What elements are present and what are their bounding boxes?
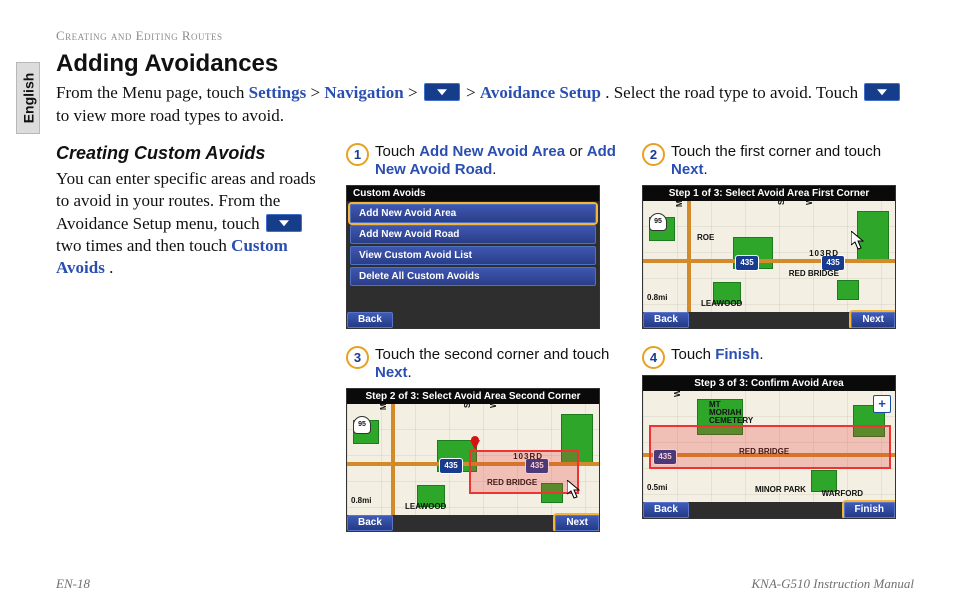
menu-item-view-avoid-list[interactable]: View Custom Avoid List bbox=[350, 246, 596, 265]
avoid-area-rect bbox=[469, 450, 579, 494]
shield-us95: 95 bbox=[353, 416, 371, 434]
device-title: Step 3 of 3: Confirm Avoid Area bbox=[643, 376, 895, 392]
device-title: Custom Avoids bbox=[347, 186, 599, 202]
device-screenshot-map3: Step 3 of 3: Confirm Avoid Area 435 MT M… bbox=[642, 375, 896, 519]
label-mt-moriah: MT MORIAH CEMETERY bbox=[709, 401, 755, 425]
link-finish: Finish bbox=[715, 346, 759, 363]
label-mission: MISSION bbox=[379, 404, 388, 410]
t: . bbox=[492, 161, 496, 178]
link-add-avoid-area: Add New Avoid Area bbox=[419, 143, 565, 160]
page-title: Adding Avoidances bbox=[56, 50, 914, 78]
device-next-button[interactable]: Next bbox=[555, 515, 599, 531]
road-label-103rd: 103RD bbox=[809, 249, 839, 258]
intro-text2: . Select the road type to avoid. Touch bbox=[605, 83, 862, 102]
device-back-button[interactable]: Back bbox=[643, 502, 689, 518]
label-warford: WARFORD bbox=[822, 489, 863, 498]
device-next-button[interactable]: Next bbox=[851, 312, 895, 328]
shield-us95: 95 bbox=[649, 213, 667, 231]
link-next: Next bbox=[671, 161, 704, 178]
label-red-bridge: RED BRIDGE bbox=[789, 269, 839, 278]
menu-item-delete-all[interactable]: Delete All Custom Avoids bbox=[350, 267, 596, 286]
map-canvas[interactable]: 95 435 435 103RD RED BRIDGE MISSION ROE … bbox=[643, 201, 895, 312]
step-2-text: Touch the first corner and touch Next. bbox=[671, 142, 914, 179]
device-back-button[interactable]: Back bbox=[347, 312, 393, 328]
label-wornall: WORNALL bbox=[805, 201, 814, 205]
t: . bbox=[759, 346, 763, 363]
label-minor-park: MINOR PARK bbox=[755, 485, 806, 494]
label-wornall: WORNALL bbox=[673, 391, 682, 397]
label-state-line: STATE LINE bbox=[463, 404, 472, 408]
device-finish-button[interactable]: Finish bbox=[844, 502, 895, 518]
step-2-badge: 2 bbox=[642, 143, 665, 166]
map-scale: 0.5mi bbox=[647, 483, 667, 492]
link-avoidance-setup: Avoidance Setup bbox=[480, 83, 601, 102]
device-screenshot-map2: Step 2 of 3: Select Avoid Area Second Co… bbox=[346, 388, 600, 532]
t: . bbox=[704, 161, 708, 178]
down-arrow-icon bbox=[266, 214, 302, 232]
label-state-line: STATE LINE bbox=[777, 201, 786, 205]
intro-paragraph: From the Menu page, touch Settings > Nav… bbox=[56, 82, 914, 128]
intro-text: From the Menu page, touch bbox=[56, 83, 249, 102]
map-canvas[interactable]: 95 435 435 103RD RED BRIDGE MISSION STAT… bbox=[347, 404, 599, 515]
page-footer: EN-18 KNA-G510 Instruction Manual bbox=[56, 576, 914, 592]
t: or bbox=[565, 143, 587, 160]
link-next: Next bbox=[375, 364, 408, 381]
section-eyebrow: Creating and Editing Routes bbox=[56, 28, 914, 44]
manual-name: KNA-G510 Instruction Manual bbox=[752, 576, 915, 592]
device-screenshot-map1: Step 1 of 3: Select Avoid Area First Cor… bbox=[642, 185, 896, 329]
menu-item-add-avoid-road[interactable]: Add New Avoid Road bbox=[350, 225, 596, 244]
device-title: Step 1 of 3: Select Avoid Area First Cor… bbox=[643, 186, 895, 202]
step-1-text: Touch Add New Avoid Area or Add New Avoi… bbox=[375, 142, 618, 179]
t: Touch bbox=[375, 143, 419, 160]
down-arrow-icon bbox=[864, 83, 900, 101]
menu-item-add-avoid-area[interactable]: Add New Avoid Area bbox=[350, 204, 596, 223]
device-title: Step 2 of 3: Select Avoid Area Second Co… bbox=[347, 389, 599, 405]
sep3: > bbox=[466, 83, 480, 102]
map-canvas[interactable]: 435 MT MORIAH CEMETERY RED BRIDGE MINOR … bbox=[643, 391, 895, 502]
step-2: 2 Touch the first corner and touch Next.… bbox=[642, 142, 914, 329]
shield-i435: 435 bbox=[439, 458, 463, 474]
t: Touch the first corner and touch bbox=[671, 143, 881, 160]
label-roe: ROE bbox=[697, 233, 714, 242]
custom-text2: two times and then touch bbox=[56, 236, 231, 255]
custom-avoids-column: Creating Custom Avoids You can enter spe… bbox=[56, 142, 326, 532]
t: Touch the second corner and touch bbox=[375, 346, 609, 363]
step-3-text: Touch the second corner and touch Next. bbox=[375, 345, 618, 382]
page-number: EN-18 bbox=[56, 576, 90, 592]
step-1: 1 Touch Add New Avoid Area or Add New Av… bbox=[346, 142, 618, 329]
link-settings: Settings bbox=[249, 83, 307, 102]
map-scale: 0.8mi bbox=[647, 293, 667, 302]
label-leawood: LEAWOOD bbox=[405, 502, 446, 511]
step-4-badge: 4 bbox=[642, 346, 665, 369]
shield-i435: 435 bbox=[735, 255, 759, 271]
t: . bbox=[408, 364, 412, 381]
step-4-text: Touch Finish. bbox=[671, 345, 764, 364]
t: Touch bbox=[671, 346, 715, 363]
intro-text3: to view more road types to avoid. bbox=[56, 106, 284, 125]
device-back-button[interactable]: Back bbox=[347, 515, 393, 531]
label-leawood: LEAWOOD bbox=[701, 299, 742, 308]
down-arrow-icon bbox=[424, 83, 460, 101]
step-3-badge: 3 bbox=[346, 346, 369, 369]
map-scale: 0.8mi bbox=[351, 496, 371, 505]
custom-avoids-heading: Creating Custom Avoids bbox=[56, 142, 326, 166]
device-back-button[interactable]: Back bbox=[643, 312, 689, 328]
step-4: 4 Touch Finish. Step 3 of 3: Confirm Avo… bbox=[642, 345, 914, 532]
step-1-badge: 1 bbox=[346, 143, 369, 166]
sep1: > bbox=[311, 83, 325, 102]
link-navigation: Navigation bbox=[324, 83, 403, 102]
label-wornall: WORNALL bbox=[489, 404, 498, 408]
custom-text3: . bbox=[109, 258, 113, 277]
label-mission: MISSION bbox=[675, 201, 684, 207]
step-3: 3 Touch the second corner and touch Next… bbox=[346, 345, 618, 532]
zoom-in-icon[interactable]: + bbox=[873, 395, 891, 413]
device-screenshot-menu: Custom Avoids Add New Avoid Area Add New… bbox=[346, 185, 600, 329]
sep2: > bbox=[408, 83, 422, 102]
avoid-area-rect bbox=[649, 425, 891, 469]
